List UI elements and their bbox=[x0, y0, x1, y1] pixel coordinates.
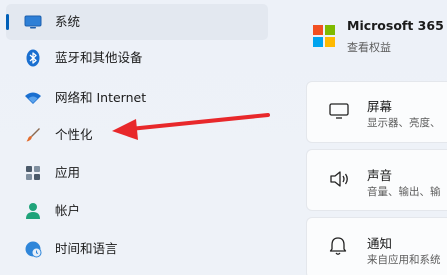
sidebar-item-time-language[interactable]: 时间和语言 bbox=[6, 231, 268, 267]
wifi-icon bbox=[24, 89, 42, 107]
apps-icon bbox=[24, 164, 42, 182]
sidebar-item-system[interactable]: 系统 bbox=[6, 4, 268, 40]
sidebar-item-label: 蓝牙和其他设备 bbox=[55, 50, 143, 65]
sidebar-nav: 系统 蓝牙和其他设备 网络和 Internet 个性化 应用 帐户 时间和语言 bbox=[0, 0, 275, 275]
sidebar-item-label: 时间和语言 bbox=[55, 241, 118, 256]
display-settings-card[interactable]: 屏幕 显示器、亮度、 bbox=[306, 81, 447, 143]
card-title: 通知 bbox=[367, 236, 393, 251]
card-subtitle: 来自应用和系统 bbox=[367, 254, 441, 266]
speaker-icon bbox=[329, 170, 351, 192]
person-icon bbox=[24, 202, 42, 220]
sidebar-item-accounts[interactable]: 帐户 bbox=[6, 193, 268, 229]
selection-indicator bbox=[6, 14, 9, 30]
display-icon bbox=[329, 102, 351, 124]
bluetooth-icon bbox=[24, 49, 42, 67]
sidebar-item-label: 帐户 bbox=[55, 203, 81, 218]
microsoft-365-subtitle[interactable]: 查看权益 bbox=[347, 39, 391, 55]
sound-settings-card[interactable]: 声音 音量、输出、输 bbox=[306, 149, 447, 211]
card-subtitle: 显示器、亮度、 bbox=[367, 117, 441, 129]
brush-icon bbox=[24, 126, 42, 144]
sidebar-item-apps[interactable]: 应用 bbox=[6, 155, 268, 191]
microsoft-365-banner[interactable]: Microsoft 365 查看权益 bbox=[300, 6, 447, 54]
monitor-icon bbox=[24, 13, 42, 31]
notifications-settings-card[interactable]: 通知 来自应用和系统 bbox=[306, 217, 447, 275]
card-title: 屏幕 bbox=[367, 99, 393, 114]
settings-window: 系统 蓝牙和其他设备 网络和 Internet 个性化 应用 帐户 时间和语言 … bbox=[0, 0, 447, 275]
sidebar-item-network[interactable]: 网络和 Internet bbox=[6, 80, 268, 116]
sidebar-item-label: 网络和 Internet bbox=[55, 90, 147, 105]
card-title: 声音 bbox=[367, 168, 393, 183]
card-subtitle: 音量、输出、输 bbox=[367, 186, 441, 198]
microsoft-365-title: Microsoft 365 bbox=[347, 18, 444, 33]
bell-icon bbox=[329, 236, 351, 258]
globe-clock-icon bbox=[24, 240, 42, 258]
sidebar-item-label: 个性化 bbox=[55, 127, 93, 142]
microsoft-logo-icon bbox=[313, 25, 335, 47]
sidebar-item-bluetooth[interactable]: 蓝牙和其他设备 bbox=[6, 40, 268, 76]
sidebar-item-label: 应用 bbox=[55, 165, 81, 180]
sidebar-item-label: 系统 bbox=[55, 14, 81, 29]
sidebar-item-personalization[interactable]: 个性化 bbox=[6, 117, 268, 153]
